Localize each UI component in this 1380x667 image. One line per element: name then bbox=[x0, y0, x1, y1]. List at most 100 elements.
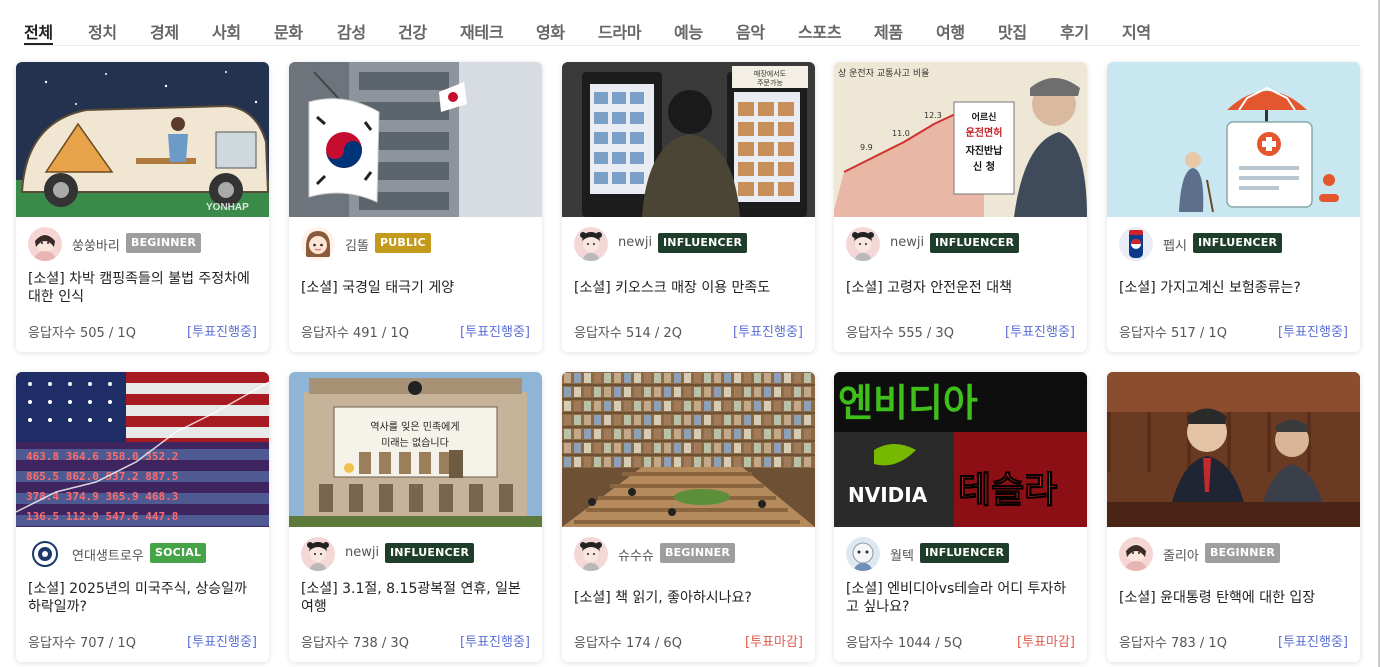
author-name: 쑹쑹바리 bbox=[72, 239, 120, 254]
avatar bbox=[28, 227, 62, 261]
survey-card[interactable]: 463.8 364.6 358.0 352.2 865.5 862.0 537.… bbox=[16, 372, 269, 662]
user-level-badge: BEGINNER bbox=[660, 543, 736, 563]
survey-card[interactable]: 펩시 INFLUENCER [소셜] 가지고계신 보험종류는? 응답자수 517… bbox=[1107, 62, 1360, 352]
survey-title-text: [소셜] 가지고계신 보험종류는? bbox=[1119, 280, 1301, 296]
thumbnail-image[interactable]: 상 운전자 교통사고 비율 9.9 11.0 12.3 어르신 운전면허 자진반… bbox=[834, 62, 1087, 217]
survey-title[interactable]: [소셜] 엔비디아vs테슬라 어디 투자하고 싶나요? bbox=[846, 578, 1075, 618]
thumbnail-image[interactable]: 역사를 잊은 민족에게 미래는 없습니다 bbox=[289, 372, 542, 527]
survey-title[interactable]: [소셜] 윤대통령 탄핵에 대한 입장 bbox=[1119, 578, 1348, 618]
svg-text:865.5 862.0 537.2 887.5: 865.5 862.0 537.2 887.5 bbox=[26, 470, 178, 483]
vote-status: [투표진행중] bbox=[733, 325, 803, 340]
thumbnail-image[interactable] bbox=[1107, 372, 1360, 527]
respondent-count: 응답자수 783 / 1Q bbox=[1119, 636, 1227, 651]
tab-17[interactable]: 지역 bbox=[1122, 19, 1151, 43]
author-name: newji bbox=[345, 545, 380, 560]
tab-9[interactable]: 드라마 bbox=[598, 19, 642, 43]
thumbnail-image[interactable] bbox=[562, 372, 815, 527]
survey-title[interactable]: [소셜] 책 읽기, 좋아하시나요? bbox=[574, 578, 803, 618]
survey-title-text: [소셜] 3.1절, 8.15광복절 연휴, 일본 여행 bbox=[301, 581, 521, 615]
user-level-badge: BEGINNER bbox=[126, 233, 202, 253]
vote-status: [투표진행중] bbox=[460, 325, 530, 340]
thumbnail-image[interactable]: YONHAP bbox=[16, 62, 269, 217]
vote-status: [투표진행중] bbox=[187, 635, 257, 650]
svg-text:운전면허: 운전면허 bbox=[966, 126, 1003, 139]
svg-text:매장에서도: 매장에서도 bbox=[754, 69, 787, 78]
tab-5[interactable]: 감성 bbox=[337, 19, 366, 43]
thumbnail-image[interactable] bbox=[289, 62, 542, 217]
tab-15[interactable]: 맛집 bbox=[998, 19, 1027, 43]
survey-title-text: [소셜] 키오스크 매장 이용 만족도 bbox=[574, 280, 771, 296]
thumbnail-image[interactable]: 463.8 364.6 358.0 352.2 865.5 862.0 537.… bbox=[16, 372, 269, 527]
survey-title[interactable]: [소셜] 2025년의 미국주식, 상승일까 하락일까? bbox=[28, 578, 257, 618]
respondent-count: 응답자수 738 / 3Q bbox=[301, 636, 409, 651]
survey-title-text: [소셜] 차박 캠핑족들의 불법 주정차에 대한 인식 bbox=[28, 271, 250, 305]
category-tabs: 전체 정치 경제 사회 문화 감성 건강 재테크 영화 드라마 예능 음악 스포츠 제품 여행 맛집 후기 지역 bbox=[24, 0, 1360, 46]
avatar bbox=[1119, 537, 1153, 571]
survey-title[interactable]: [소셜] 국경일 태극기 게양 bbox=[301, 268, 530, 308]
tab-13[interactable]: 제품 bbox=[874, 19, 903, 43]
author-row: 월텍 INFLUENCER bbox=[846, 537, 1081, 571]
thumbnail-image[interactable] bbox=[1107, 62, 1360, 217]
avatar bbox=[574, 227, 608, 261]
avatar bbox=[301, 227, 335, 261]
survey-card[interactable]: 상 운전자 교통사고 비율 9.9 11.0 12.3 어르신 운전면허 자진반… bbox=[834, 62, 1087, 352]
survey-card[interactable]: 매장에서도 주문가능 newji INFLUENCER [소셜] 키오스크 매장… bbox=[562, 62, 815, 352]
thumbnail-image[interactable]: 매장에서도 주문가능 bbox=[562, 62, 815, 217]
tab-1[interactable]: 정치 bbox=[88, 19, 117, 43]
survey-title-text: [소셜] 국경일 태극기 게양 bbox=[301, 280, 455, 296]
author-row: 연대생트로우 SOCIAL bbox=[28, 537, 263, 571]
author-name: 펩시 bbox=[1163, 239, 1187, 254]
svg-text:9.9: 9.9 bbox=[860, 143, 873, 152]
survey-title[interactable]: [소셜] 고령자 안전운전 대책 bbox=[846, 268, 1075, 308]
author-name: 연대생트로우 bbox=[72, 549, 144, 564]
vote-status: [투표진행중] bbox=[1005, 325, 1075, 340]
user-level-badge: INFLUENCER bbox=[930, 233, 1020, 253]
author-row: 김똘 PUBLIC bbox=[301, 227, 536, 261]
svg-text:주문가능: 주문가능 bbox=[757, 78, 783, 87]
survey-card[interactable]: 김똘 PUBLIC [소셜] 국경일 태극기 게양 응답자수 491 / 1Q … bbox=[289, 62, 542, 352]
user-level-badge: INFLUENCER bbox=[385, 543, 475, 563]
svg-text:136.5 112.9 547.6 447.8: 136.5 112.9 547.6 447.8 bbox=[26, 510, 178, 523]
tab-8[interactable]: 영화 bbox=[536, 19, 565, 43]
respondent-count: 응답자수 174 / 6Q bbox=[574, 636, 682, 651]
tab-14[interactable]: 여행 bbox=[936, 19, 965, 43]
tab-12[interactable]: 스포츠 bbox=[798, 19, 842, 43]
survey-card[interactable]: 역사를 잊은 민족에게 미래는 없습니다 newji INFLUENCER [소… bbox=[289, 372, 542, 662]
author-row: newji INFLUENCER bbox=[846, 227, 1081, 261]
tab-16[interactable]: 후기 bbox=[1060, 19, 1089, 43]
author-row: 줄리아 BEGINNER bbox=[1119, 537, 1354, 571]
svg-text:테슬라: 테슬라 bbox=[958, 470, 1057, 511]
survey-card[interactable]: 엔비디아 NVIDIA 테슬라 월텍 INFLUENCER [소셜] 엔비디아v… bbox=[834, 372, 1087, 662]
survey-title[interactable]: [소셜] 키오스크 매장 이용 만족도 bbox=[574, 268, 803, 308]
respondent-count: 응답자수 707 / 1Q bbox=[28, 636, 136, 651]
respondent-count: 응답자수 1044 / 5Q bbox=[846, 636, 963, 651]
tab-7[interactable]: 재테크 bbox=[460, 19, 504, 43]
tab-3[interactable]: 사회 bbox=[212, 19, 241, 43]
respondent-count: 응답자수 491 / 1Q bbox=[301, 326, 409, 341]
author-name: newji bbox=[618, 235, 653, 250]
survey-title[interactable]: [소셜] 3.1절, 8.15광복절 연휴, 일본 여행 bbox=[301, 578, 530, 618]
vote-status: [투표마감] bbox=[1017, 635, 1075, 650]
tab-6[interactable]: 건강 bbox=[398, 19, 427, 43]
user-level-badge: INFLUENCER bbox=[920, 543, 1010, 563]
tab-2[interactable]: 경제 bbox=[150, 19, 179, 43]
vote-status: [투표진행중] bbox=[187, 325, 257, 340]
survey-title[interactable]: [소셜] 차박 캠핑족들의 불법 주정차에 대한 인식 bbox=[28, 268, 257, 308]
survey-card[interactable]: 줄리아 BEGINNER [소셜] 윤대통령 탄핵에 대한 입장 응답자수 78… bbox=[1107, 372, 1360, 662]
user-level-badge: PUBLIC bbox=[375, 233, 431, 253]
survey-title[interactable]: [소셜] 가지고계신 보험종류는? bbox=[1119, 268, 1348, 308]
survey-card[interactable]: YONHAP 쑹쑹바리 BEGINNER [소셜] 차박 캠핑족들의 불법 주정… bbox=[16, 62, 269, 352]
survey-title-text: [소셜] 2025년의 미국주식, 상승일까 하락일까? bbox=[28, 581, 247, 615]
thumbnail-image[interactable]: 엔비디아 NVIDIA 테슬라 bbox=[834, 372, 1087, 527]
svg-text:상 운전자 교통사고 비율: 상 운전자 교통사고 비율 bbox=[838, 68, 929, 79]
tab-0[interactable]: 전체 bbox=[24, 19, 53, 45]
tab-10[interactable]: 예능 bbox=[674, 19, 703, 43]
author-row: 쑹쑹바리 BEGINNER bbox=[28, 227, 263, 261]
vote-status: [투표진행중] bbox=[460, 635, 530, 650]
vote-status: [투표진행중] bbox=[1278, 635, 1348, 650]
tab-11[interactable]: 음악 bbox=[736, 19, 765, 43]
svg-text:11.0: 11.0 bbox=[892, 129, 910, 138]
survey-card[interactable]: 슈수슈 BEGINNER [소셜] 책 읽기, 좋아하시나요? 응답자수 174… bbox=[562, 372, 815, 662]
tab-4[interactable]: 문화 bbox=[274, 19, 303, 43]
svg-text:어르신: 어르신 bbox=[972, 111, 997, 123]
